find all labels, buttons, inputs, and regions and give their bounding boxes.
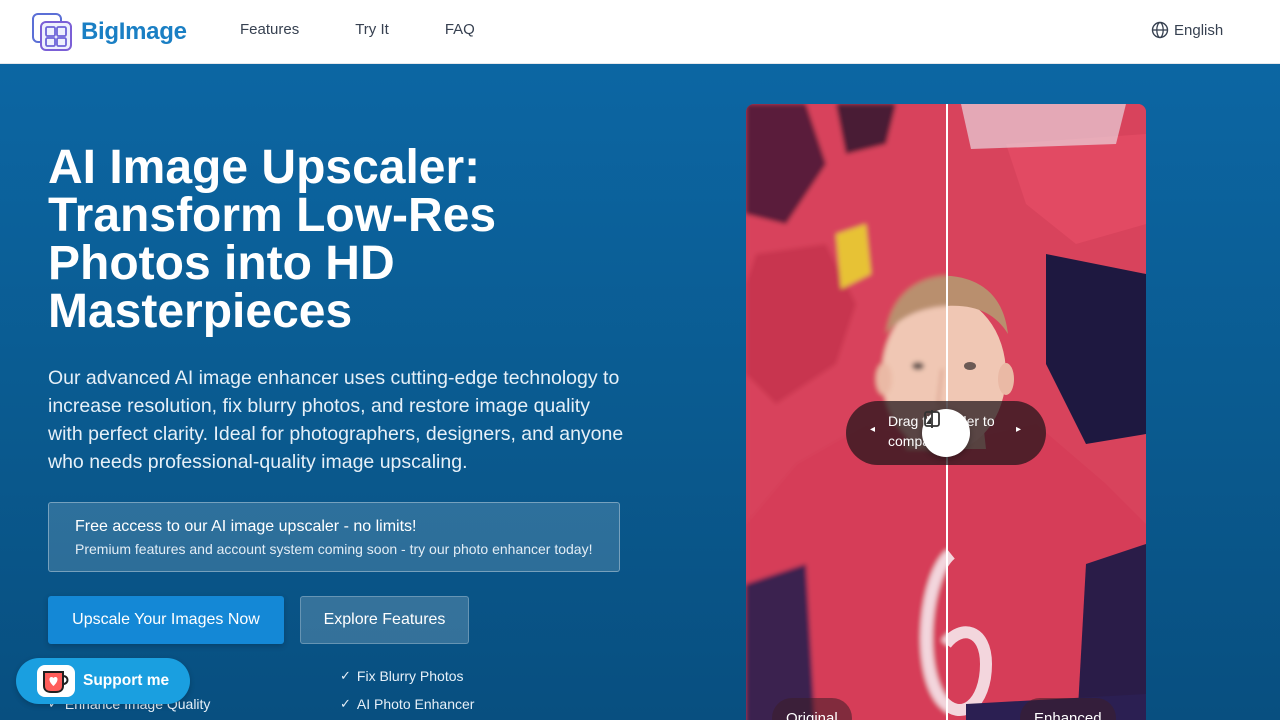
chevron-left-icon: ◂ <box>870 424 875 435</box>
before-after-slider[interactable]: ◂ Drag the slider to compare ▸ Original … <box>746 104 1146 720</box>
feature-item: ✓ AI Photo Enhancer <box>340 696 474 712</box>
check-icon: ✓ <box>340 668 351 684</box>
title-line: Transform Low-Res <box>48 192 568 240</box>
main-nav: Features Try It FAQ <box>240 21 475 38</box>
logo-icon <box>32 13 72 51</box>
feature-item: ✓ Fix Blurry Photos <box>340 668 464 684</box>
hero-section: AI Image Upscaler: Transform Low-Res Pho… <box>0 64 1280 720</box>
hero-description: Our advanced AI image enhancer uses cutt… <box>48 364 628 476</box>
check-icon: ✓ <box>340 696 351 712</box>
title-line: Photos into HD <box>48 240 568 288</box>
support-label: Support me <box>83 672 169 690</box>
free-access-notice: Free access to our AI image upscaler - n… <box>48 502 620 572</box>
slider-handle[interactable] <box>922 409 970 457</box>
top-navbar: BigImage Features Try It FAQ English <box>0 0 1280 64</box>
nav-faq[interactable]: FAQ <box>445 21 475 38</box>
globe-icon <box>1151 21 1169 39</box>
chevron-right-icon: ▸ <box>1016 424 1021 435</box>
brand-name: BigImage <box>81 18 187 46</box>
nav-try-it[interactable]: Try It <box>355 21 389 38</box>
compare-icon <box>922 409 942 429</box>
upscale-now-button[interactable]: Upscale Your Images Now <box>48 596 284 644</box>
feature-label: AI Photo Enhancer <box>357 696 475 712</box>
title-line: Masterpieces <box>48 288 568 336</box>
feature-label: Fix Blurry Photos <box>357 668 464 684</box>
brand-logo[interactable]: BigImage <box>32 13 187 51</box>
notice-subtitle: Premium features and account system comi… <box>75 540 619 558</box>
notice-title: Free access to our AI image upscaler - n… <box>75 517 619 537</box>
nav-features[interactable]: Features <box>240 21 299 38</box>
language-label: English <box>1174 22 1223 39</box>
page-title: AI Image Upscaler: Transform Low-Res Pho… <box>48 144 568 336</box>
support-me-button[interactable]: Support me <box>16 658 190 704</box>
explore-features-button[interactable]: Explore Features <box>300 596 469 644</box>
enhanced-label: Enhanced <box>1020 698 1116 720</box>
original-label: Original <box>772 698 852 720</box>
language-switcher[interactable]: English <box>1151 21 1223 39</box>
coffee-cup-icon <box>37 665 75 697</box>
title-line: AI Image Upscaler: <box>48 144 568 192</box>
